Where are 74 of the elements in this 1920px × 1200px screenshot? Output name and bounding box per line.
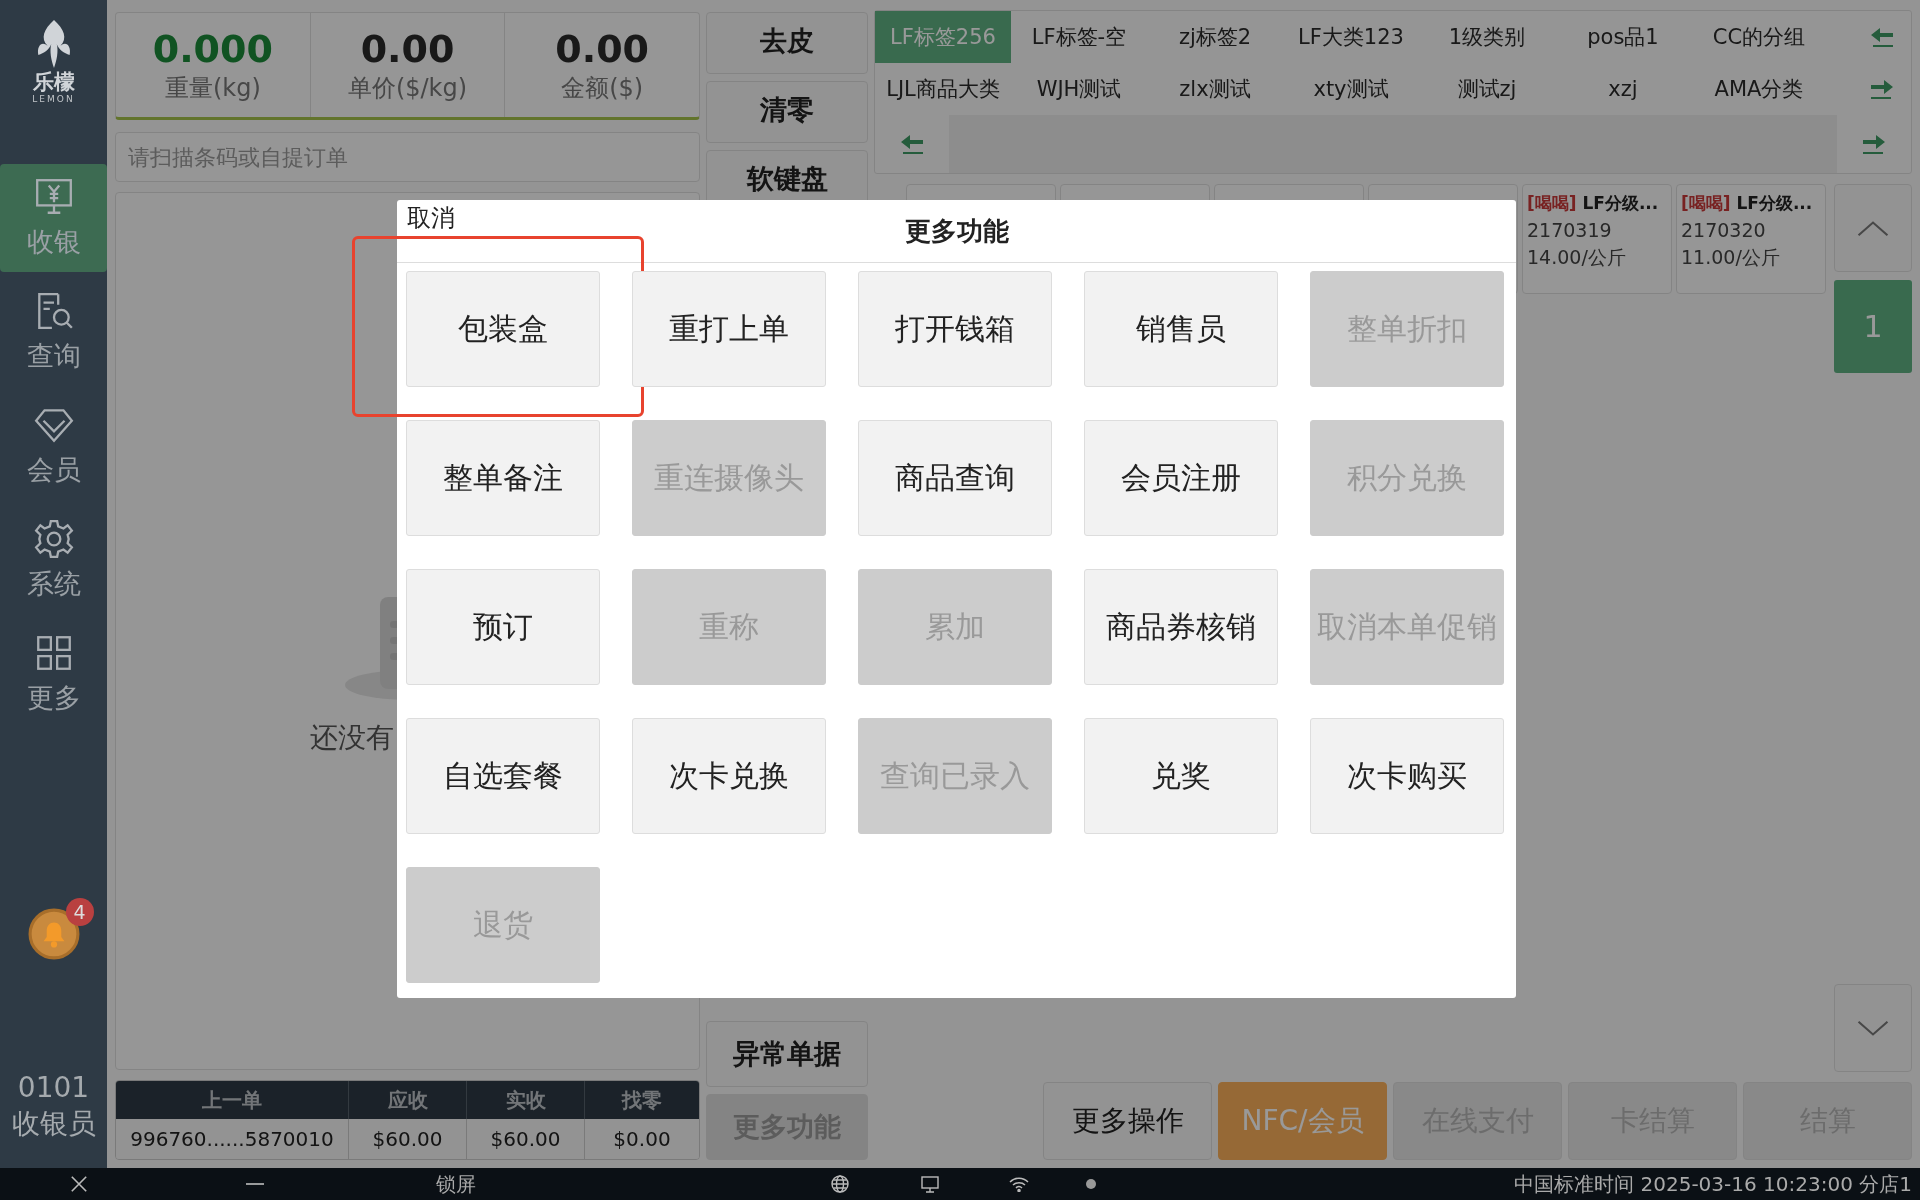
category-tab[interactable]: LF标签-空 [1011, 11, 1147, 63]
function-button[interactable]: 次卡兑换 [632, 718, 826, 834]
category-tab[interactable]: WJH测试 [1011, 63, 1147, 115]
product-price: 11.00/公斤 [1681, 245, 1781, 270]
cancel-button[interactable]: 取消 [407, 205, 455, 231]
product-code: 2170319 [1527, 219, 1613, 241]
function-button[interactable]: 清零 [706, 81, 868, 143]
category-tab[interactable]: xty测试 [1283, 63, 1419, 115]
lock-screen-button[interactable]: 锁屏 [436, 1170, 476, 1198]
table-cell: 996760......5870010 [116, 1119, 349, 1159]
function-button[interactable]: 商品券核销 [1084, 569, 1278, 685]
column-header: 找零 [620, 1086, 663, 1114]
category-tab[interactable]: LF大类123 [1283, 11, 1419, 63]
function-button[interactable]: 整单备注 [406, 420, 600, 536]
function-button[interactable]: 去皮 [706, 12, 868, 74]
logo-name: 乐檬 [32, 70, 75, 94]
nav-item[interactable]: 会员 [0, 392, 107, 500]
page-number: 1 [1834, 280, 1912, 373]
operator-id: 0101 [17, 1070, 90, 1106]
function-button[interactable]: 商品查询 [858, 420, 1052, 536]
category-tab[interactable]: zj标签2 [1147, 11, 1283, 63]
globe-icon[interactable] [830, 1174, 850, 1194]
function-button[interactable]: 兑奖 [1084, 718, 1278, 834]
function-button[interactable]: 销售员 [1084, 271, 1278, 387]
chevron-down-icon [1856, 1019, 1890, 1037]
scale-value: 0.00 [555, 26, 650, 72]
table-cell-text: $0.00 [612, 1126, 672, 1153]
function-button[interactable]: 会员注册 [1084, 420, 1278, 536]
nav-item[interactable]: 系统 [0, 506, 107, 614]
scale-label: 重量(kg) [164, 73, 261, 104]
function-button[interactable]: 打开钱箱 [858, 271, 1052, 387]
product-name: [喝喝] LF分级... [1681, 192, 1814, 215]
product-price: 14.00/公斤 [1527, 245, 1627, 270]
operator-role: 收银员 [11, 1106, 96, 1142]
chevron-up-icon [1856, 219, 1890, 237]
nav-item[interactable]: 更多 [0, 620, 107, 728]
monitor-icon[interactable] [920, 1174, 940, 1194]
product-card[interactable]: [喝喝] LF分级... 2170319 14.00/公斤 [1522, 184, 1672, 294]
category-tab[interactable]: 测试zj [1419, 63, 1555, 115]
status-text: 中国标准时间 2025-03-16 10:23:00 分店1 [1514, 1170, 1912, 1198]
status-dot-icon [1086, 1179, 1096, 1189]
product-name: [喝喝] LF分级... [1527, 192, 1660, 215]
scale-label: 金额($) [561, 73, 644, 104]
category-tab[interactable]: 1级类别 [1419, 11, 1555, 63]
function-button[interactable]: 重打上单 [632, 271, 826, 387]
scale-value: 0.000 [152, 26, 273, 72]
dialog-title: 更多功能 [904, 214, 1009, 248]
logo-subtitle: LEMON [32, 94, 75, 104]
scale-value: 0.00 [360, 26, 455, 72]
category-tab[interactable]: AMA分类 [1691, 63, 1827, 115]
function-button[interactable]: 预订 [406, 569, 600, 685]
settings-icon [32, 518, 75, 560]
nav-item[interactable]: 查询 [0, 278, 107, 386]
category-tab[interactable]: xzj [1555, 63, 1691, 115]
table-cell: $60.00 [467, 1119, 585, 1159]
scale-label: 单价($/kg) [347, 73, 468, 104]
close-icon[interactable] [70, 1175, 88, 1193]
product-card[interactable]: [喝喝] LF分级... 2170320 11.00/公斤 [1676, 184, 1826, 294]
table-cell: $60.00 [349, 1119, 467, 1159]
category-tab[interactable]: LJL商品大类 [875, 63, 1011, 115]
function-button[interactable]: 次卡购买 [1310, 718, 1504, 834]
category-tab[interactable]: zlx测试 [1147, 63, 1283, 115]
function-button[interactable]: 异常单据 [706, 1021, 868, 1087]
minimize-icon[interactable] [246, 1182, 264, 1186]
action-button[interactable]: 更多操作 [1043, 1082, 1212, 1160]
category-tab[interactable]: CC的分组 [1691, 11, 1827, 63]
wifi-icon[interactable] [1008, 1176, 1030, 1192]
product-code: 2170320 [1681, 219, 1767, 241]
category-tab[interactable]: pos品1 [1555, 11, 1691, 63]
notification-badge: 4 [65, 898, 94, 926]
empty-cart-text: 还没有 [310, 720, 394, 756]
scan-field[interactable]: 请扫描条码或自提订单 [115, 132, 700, 182]
function-button[interactable]: 自选套餐 [406, 718, 600, 834]
function-button[interactable]: 包装盒 [406, 271, 600, 387]
